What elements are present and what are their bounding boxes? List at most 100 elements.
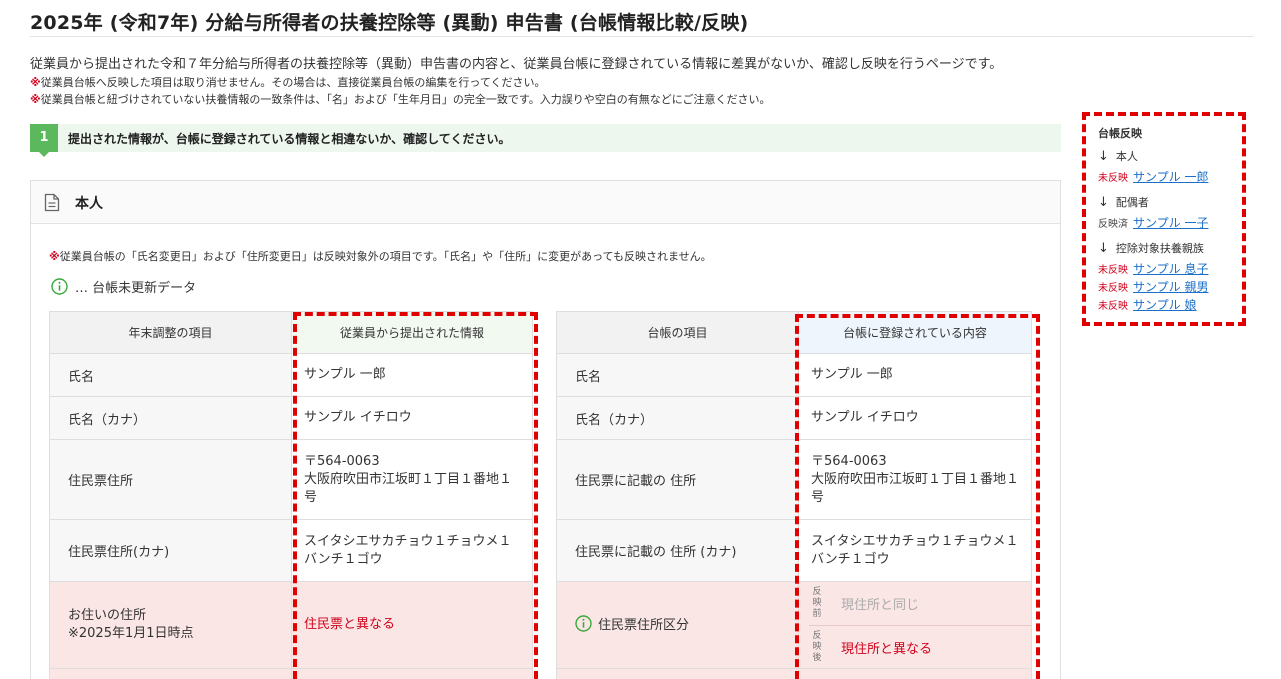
sidebar-link-spouse[interactable]: サンプル 一子 [1133, 214, 1208, 231]
address-line: 号 [811, 489, 825, 505]
row-label-line: ※2025年1月1日時点 [68, 626, 194, 641]
ledger-info-table: 台帳の項目 台帳に登録されている内容 氏名 サンプル 一郎 氏名（カナ） サンプ… [556, 311, 1032, 679]
row-label: 氏名 [49, 353, 292, 397]
row-value: 〒564-0063 大阪府吹田市江坂町１丁目１番地１ 号 [798, 439, 1032, 520]
row-label: 住民票住所 [49, 439, 292, 520]
table-row-partial [49, 668, 533, 679]
sidebar-group-label: 控除対象扶養親族 [1115, 242, 1204, 255]
sidebar-link-dependent-daughter[interactable]: サンプル 娘 [1133, 296, 1196, 313]
legend: … 台帳未更新データ [51, 277, 196, 296]
row-value: サンプル 一郎 [291, 353, 533, 397]
row-label: お住いの住所 ※2025年1月1日時点 [49, 581, 292, 669]
sidebar-group-dependents: ↓ 控除対象扶養親族 [1098, 240, 1208, 256]
sidebar-group-label: 本人 [1115, 150, 1138, 163]
arrow-down-icon: ↓ [1098, 148, 1109, 164]
row-value: 〒564-0063 大阪府吹田市江坂町１丁目１番地１ 号 [291, 439, 533, 520]
submitted-info-table: 年末調整の項目 従業員から提出された情報 氏名 サンプル 一郎 氏名（カナ） サ… [49, 311, 533, 679]
status-badge: 反映済 [1098, 219, 1128, 230]
sidebar-entry: 未反映 サンプル 娘 [1098, 296, 1208, 313]
table-row: 住民票住所 〒564-0063 大阪府吹田市江坂町１丁目１番地１ 号 [49, 439, 533, 520]
sidebar-group-label: 配偶者 [1115, 196, 1149, 209]
row-value: サンプル イチロウ [798, 396, 1032, 440]
row-label: 氏名（カナ） [556, 396, 799, 440]
row-value [798, 668, 1032, 679]
table-row: 住民票住所(カナ) スイタシエサカチョウ１チョウメ１ バンチ１ゴウ [49, 519, 533, 582]
sidebar-entry: 反映済 サンプル 一子 [1098, 214, 1208, 231]
row-label-line: お住いの住所 [68, 608, 147, 623]
row-label: 住民票に記載の 住所 (カナ) [556, 519, 799, 582]
sidebar-entry: 未反映 サンプル 親男 [1098, 278, 1208, 295]
sidebar-title: 台帳反映 [1098, 127, 1142, 140]
row-label: 住民票住所(カナ) [49, 519, 292, 582]
sidebar-group-spouse: ↓ 配偶者 [1098, 194, 1208, 210]
table-row: 住民票に記載の 住所 (カナ) スイタシエサカチョウ１チョウメ１ バンチ１ゴウ [556, 519, 1032, 582]
before-row: 反映前 現住所と同じ [809, 582, 1031, 625]
address-kana-line: スイタシエサカチョウ１チョウメ１ [304, 533, 512, 549]
table-row-partial [556, 668, 1032, 679]
panel-note-text: 従業員台帳の「氏名変更日」および「住所変更日」は反映対象外の項目です。「氏名」や… [59, 250, 712, 263]
before-tag: 反映前 [812, 587, 822, 619]
row-label: 住民票に記載の 住所 [556, 439, 799, 520]
row-label [49, 668, 292, 679]
legend-text: … 台帳未更新データ [75, 281, 197, 296]
before-after-cell: 反映前 現住所と同じ 反映後 現住所と異なる [798, 581, 1032, 669]
after-value: 現住所と異なる [841, 641, 933, 657]
row-label [556, 668, 799, 679]
address-line: 大阪府吹田市江坂町１丁目１番地１ [811, 471, 1020, 487]
sidebar-link-self[interactable]: サンプル 一郎 [1133, 168, 1208, 185]
table-row: 氏名 サンプル 一郎 [49, 353, 533, 397]
note-mark: ※ [30, 93, 41, 106]
note-1: ※従業員台帳へ反映した項目は取り消せません。その場合は、直接従業員台帳の編集を行… [30, 74, 546, 90]
title-divider [30, 36, 1254, 37]
page-title: 2025年 (令和7年) 分給与所得者の扶養控除等 (異動) 申告書 (台帳情報… [30, 12, 749, 34]
note-mark: ※ [49, 250, 60, 263]
row-label-with-icon: 住民票住所区分 [575, 614, 689, 633]
row-value: サンプル イチロウ [291, 396, 533, 440]
row-value: サンプル 一郎 [798, 353, 1032, 397]
note-2-text: 従業員台帳と紐づけされていない扶養情報の一致条件は、「名」および「生年月日」の完… [40, 93, 771, 106]
note-2: ※従業員台帳と紐づけされていない扶養情報の一致条件は、「名」および「生年月日」の… [30, 91, 771, 107]
info-icon [51, 278, 68, 295]
column-header-submitted: 従業員から提出された情報 [291, 311, 533, 354]
address-kana-line: バンチ１ゴウ [811, 551, 890, 567]
table-row-diff: お住いの住所 ※2025年1月1日時点 住民票と異なる [49, 581, 533, 669]
address-line: 大阪府吹田市江坂町１丁目１番地１ [304, 471, 513, 487]
note-1-text: 従業員台帳へ反映した項目は取り消せません。その場合は、直接従業員台帳の編集を行っ… [40, 76, 546, 89]
table-row: 住民票に記載の 住所 〒564-0063 大阪府吹田市江坂町１丁目１番地１ 号 [556, 439, 1032, 520]
sidebar-group-self: ↓ 本人 [1098, 148, 1208, 164]
after-row: 反映後 現住所と異なる [809, 625, 1031, 668]
row-value: スイタシエサカチョウ１チョウメ１ バンチ１ゴウ [798, 519, 1032, 582]
address-kana-line: スイタシエサカチョウ１チョウメ１ [811, 533, 1019, 549]
sidebar-link-dependent-son[interactable]: サンプル 息子 [1133, 260, 1208, 277]
status-badge: 未反映 [1098, 265, 1128, 276]
before-value: 現住所と同じ [841, 598, 920, 613]
row-label: 氏名 [556, 353, 799, 397]
info-icon [575, 615, 592, 632]
status-badge: 未反映 [1098, 283, 1128, 294]
ledger-reflect-sidebar: 台帳反映 ↓ 本人 未反映 サンプル 一郎 ↓ 配偶者 反映済 サンプル 一子 … [1098, 125, 1208, 313]
address-kana-line: バンチ１ゴウ [304, 551, 383, 567]
arrow-down-icon: ↓ [1098, 240, 1109, 256]
panel-note: ※従業員台帳の「氏名変更日」および「住所変更日」は反映対象外の項目です。「氏名」… [49, 248, 712, 264]
table-row: 氏名 サンプル 一郎 [556, 353, 1032, 397]
sidebar-entry: 未反映 サンプル 息子 [1098, 260, 1208, 277]
column-header-ledger-content: 台帳に登録されている内容 [798, 311, 1032, 354]
after-tag: 反映後 [812, 630, 822, 663]
table-row: 氏名（カナ） サンプル イチロウ [556, 396, 1032, 440]
arrow-down-icon: ↓ [1098, 194, 1109, 210]
page-description: 従業員から提出された令和７年分給与所得者の扶養控除等（異動）申告書の内容と、従業… [30, 57, 1003, 72]
status-badge: 未反映 [1098, 301, 1128, 312]
address-line: 号 [304, 489, 318, 505]
before-after: 反映前 現住所と同じ 反映後 現住所と異なる [809, 582, 1031, 668]
postal-code: 〒564-0063 [811, 453, 887, 469]
row-label-text: 住民票住所区分 [598, 618, 690, 633]
sidebar-entry: 未反映 サンプル 一郎 [1098, 168, 1208, 185]
row-value-diff: 住民票と異なる [291, 581, 533, 669]
sidebar-link-dependent-parent[interactable]: サンプル 親男 [1133, 278, 1208, 295]
step-instruction: 提出された情報が、台帳に登録されている情報と相違ないか、確認してください。 [68, 132, 511, 146]
postal-code: 〒564-0063 [304, 453, 380, 469]
column-header-item: 年末調整の項目 [49, 311, 292, 354]
step-banner: 1 提出された情報が、台帳に登録されている情報と相違ないか、確認してください。 [30, 124, 1061, 157]
doc-icon [44, 193, 60, 212]
column-header-ledger-item: 台帳の項目 [556, 311, 799, 354]
